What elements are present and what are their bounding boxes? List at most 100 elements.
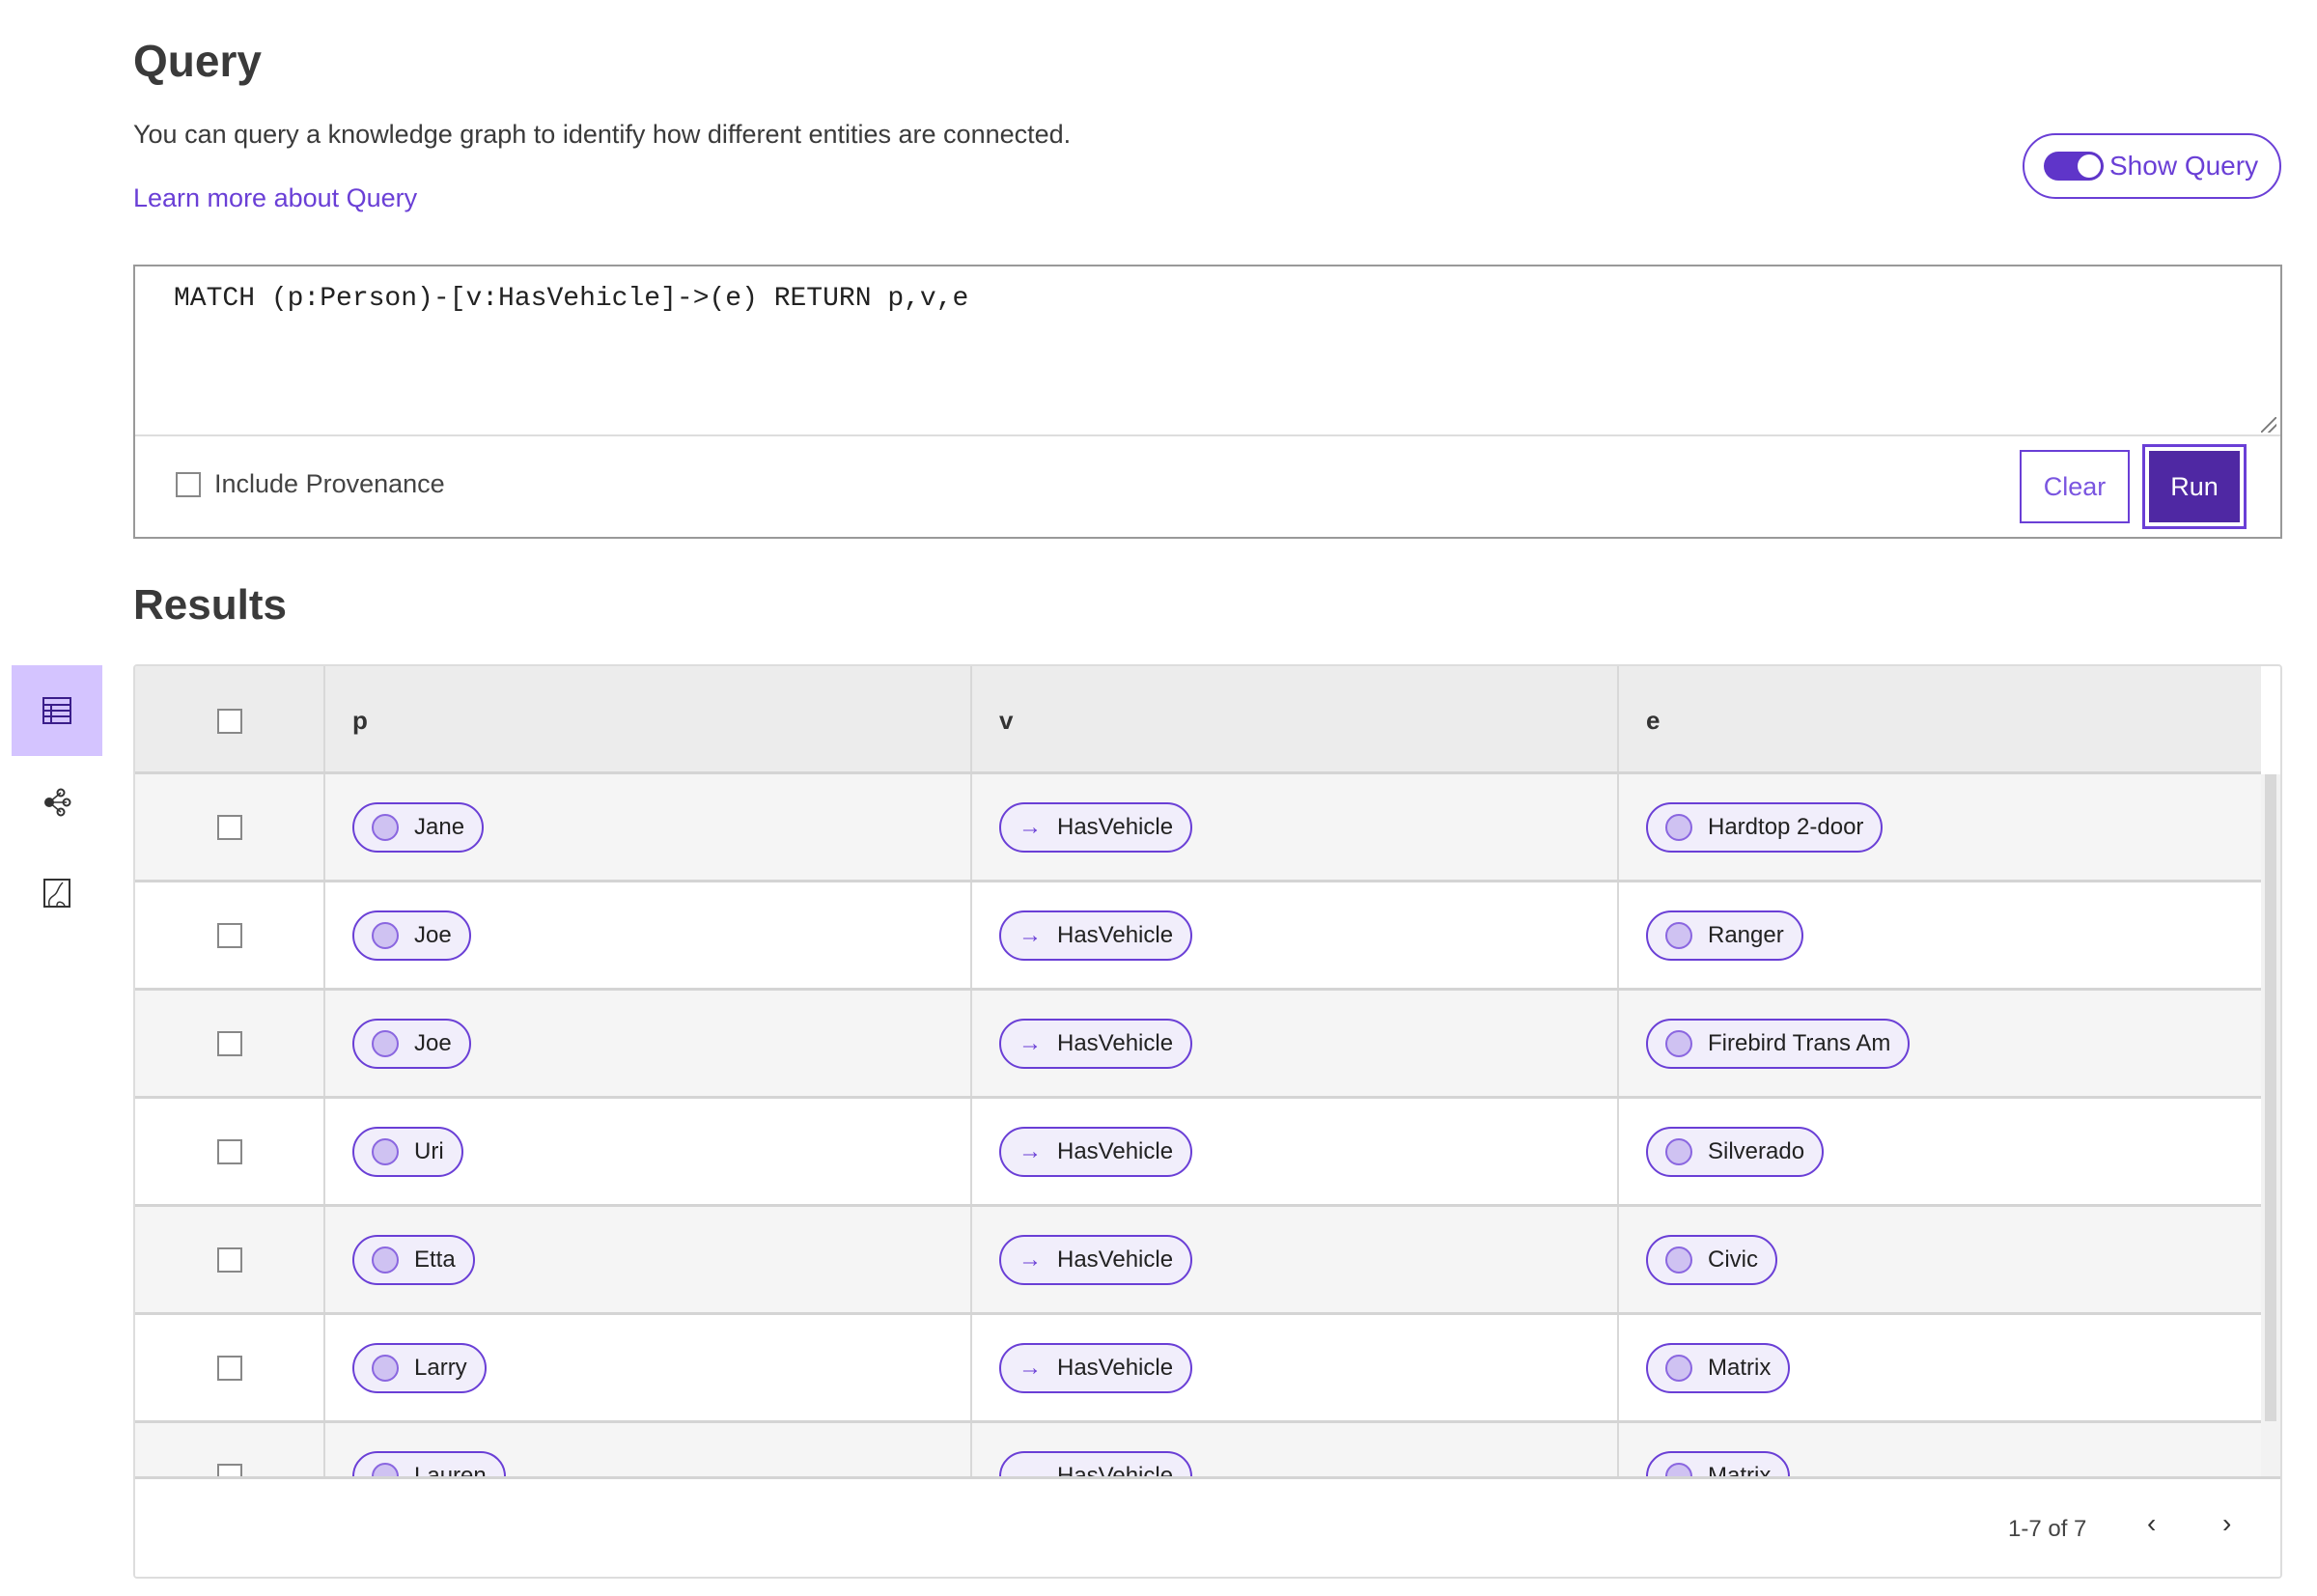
node-chip[interactable]: Silverado <box>1646 1126 1825 1177</box>
row-checkbox[interactable] <box>216 1138 242 1164</box>
node-chip[interactable]: Etta <box>352 1234 475 1285</box>
column-header-p[interactable]: p <box>325 666 972 771</box>
column-header-v[interactable]: v <box>972 666 1619 771</box>
table-row: Larry → HasVehicle Matrix <box>135 1315 2261 1423</box>
pagination-status: 1-7 of 7 <box>2008 1516 2087 1542</box>
node-label: Joe <box>414 921 452 948</box>
results-title: Results <box>133 581 287 629</box>
relationship-label: HasVehicle <box>1057 921 1174 948</box>
node-label: Uri <box>414 1137 444 1164</box>
page-description: You can query a knowledge graph to ident… <box>133 120 1072 149</box>
vertical-scrollbar[interactable] <box>2261 774 2280 1476</box>
arrow-right-icon: → <box>1019 1354 1042 1381</box>
table-row: Jane → HasVehicle Hardtop 2-door <box>135 774 2261 882</box>
relationship-chip[interactable]: → HasVehicle <box>999 1018 1193 1069</box>
relationship-label: HasVehicle <box>1057 1246 1174 1273</box>
relationship-label: HasVehicle <box>1057 1137 1174 1164</box>
query-editor: MATCH (p:Person)-[v:HasVehicle]->(e) RET… <box>133 265 2282 539</box>
node-label: Matrix <box>1708 1354 1772 1381</box>
node-chip[interactable]: Matrix <box>1646 1342 1791 1393</box>
clear-button[interactable]: Clear <box>2020 450 2130 523</box>
arrow-right-icon: → <box>1019 1029 1042 1056</box>
node-icon <box>372 921 399 949</box>
table-row: Etta → HasVehicle Civic <box>135 1207 2261 1315</box>
node-icon <box>372 1137 399 1165</box>
table-footer: 1-7 of 7 ‹ › <box>135 1476 2280 1577</box>
node-chip[interactable]: Civic <box>1646 1234 1777 1285</box>
table-icon <box>42 697 71 724</box>
node-icon <box>372 1029 399 1057</box>
learn-more-link[interactable]: Learn more about Query <box>133 183 417 213</box>
divider <box>135 434 2280 436</box>
show-query-label: Show Query <box>2109 151 2259 181</box>
prev-page-chevron-icon[interactable]: ‹ <box>2147 1508 2156 1539</box>
node-icon <box>1665 813 1692 841</box>
include-provenance-checkbox[interactable]: Include Provenance <box>176 469 445 499</box>
resize-handle[interactable] <box>2261 417 2276 433</box>
arrow-right-icon: → <box>1019 1246 1042 1273</box>
arrow-right-icon: → <box>1019 813 1042 840</box>
include-provenance-label: Include Provenance <box>214 469 445 498</box>
node-chip[interactable]: Larry <box>352 1342 487 1393</box>
map-icon <box>43 879 70 908</box>
relationship-chip[interactable]: → HasVehicle <box>999 910 1193 961</box>
node-chip[interactable]: Firebird Trans Am <box>1646 1018 1911 1069</box>
node-label: Joe <box>414 1029 452 1056</box>
table-header: p v e <box>135 666 2261 774</box>
relationship-chip[interactable]: → HasVehicle <box>999 1126 1193 1177</box>
checkbox[interactable] <box>176 471 201 497</box>
relationship-chip[interactable]: → HasVehicle <box>999 1234 1193 1285</box>
row-checkbox[interactable] <box>216 1030 242 1056</box>
node-label: Silverado <box>1708 1137 1805 1164</box>
node-label: Ranger <box>1708 921 1784 948</box>
scrollbar-thumb[interactable] <box>2265 774 2276 1421</box>
node-icon <box>372 1246 399 1274</box>
toggle-switch[interactable] <box>2044 152 2104 181</box>
node-chip[interactable]: Joe <box>352 910 471 961</box>
next-page-chevron-icon[interactable]: › <box>2222 1508 2231 1539</box>
node-chip[interactable]: Hardtop 2-door <box>1646 801 1884 853</box>
column-header-e[interactable]: e <box>1619 666 2261 771</box>
node-label: Jane <box>414 813 465 840</box>
sidebar-item-table[interactable] <box>12 665 102 756</box>
show-query-toggle[interactable]: Show Query <box>2023 133 2281 199</box>
table-row: Joe → HasVehicle Firebird Trans Am <box>135 991 2261 1099</box>
node-icon <box>372 813 399 841</box>
relationship-label: HasVehicle <box>1057 1029 1174 1056</box>
results-table: p v e Jane → HasVehicle Hardtop 2-door Jo… <box>133 664 2282 1579</box>
node-chip[interactable]: Ranger <box>1646 910 1803 961</box>
relationship-label: HasVehicle <box>1057 1354 1174 1381</box>
node-label: Civic <box>1708 1246 1758 1273</box>
arrow-right-icon: → <box>1019 1137 1042 1164</box>
relationship-label: HasVehicle <box>1057 813 1174 840</box>
relationship-chip[interactable]: → HasVehicle <box>999 801 1193 853</box>
relationship-chip[interactable]: → HasVehicle <box>999 1342 1193 1393</box>
run-button[interactable]: Run <box>2142 444 2247 529</box>
node-label: Larry <box>414 1354 467 1381</box>
table-row: Uri → HasVehicle Silverado <box>135 1099 2261 1207</box>
row-checkbox[interactable] <box>216 922 242 948</box>
node-icon <box>1665 1246 1692 1274</box>
row-checkbox[interactable] <box>216 814 242 840</box>
sidebar-item-map[interactable] <box>12 848 102 938</box>
row-checkbox[interactable] <box>216 1355 242 1381</box>
arrow-right-icon: → <box>1019 921 1042 948</box>
node-chip[interactable]: Uri <box>352 1126 463 1177</box>
sidebar-item-graph[interactable] <box>12 757 102 848</box>
table-row: Joe → HasVehicle Ranger <box>135 882 2261 991</box>
node-chip[interactable]: Joe <box>352 1018 471 1069</box>
graph-icon <box>44 788 71 817</box>
node-icon <box>1665 1029 1692 1057</box>
page-title: Query <box>133 36 262 86</box>
select-all-checkbox[interactable] <box>216 708 242 734</box>
node-icon <box>1665 921 1692 949</box>
node-label: Etta <box>414 1246 456 1273</box>
node-label: Hardtop 2-door <box>1708 813 1864 840</box>
node-icon <box>1665 1354 1692 1382</box>
node-label: Firebird Trans Am <box>1708 1029 1891 1056</box>
query-textarea[interactable]: MATCH (p:Person)-[v:HasVehicle]->(e) RET… <box>174 284 968 314</box>
row-checkbox[interactable] <box>216 1246 242 1273</box>
node-chip[interactable]: Jane <box>352 801 485 853</box>
node-icon <box>372 1354 399 1382</box>
node-icon <box>1665 1137 1692 1165</box>
